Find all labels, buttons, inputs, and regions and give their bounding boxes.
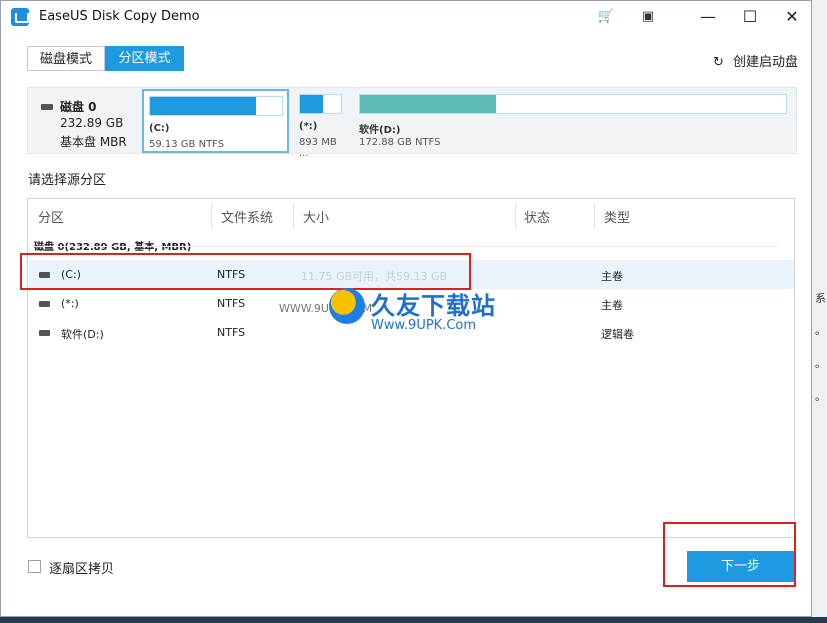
header-size[interactable]: 大小 (303, 207, 329, 226)
edge-text: 。 (815, 390, 826, 403)
partition-block-c[interactable]: (C:) 59.13 GB NTFS (142, 89, 289, 153)
partition-block-star[interactable]: (*:) 893 MB ... (293, 89, 349, 159)
disk-type: 基本盘 MBR (60, 135, 127, 149)
title-bar: EaseUS Disk Copy Demo 🛒 ▣ — ☐ ✕ (1, 1, 811, 33)
partition-label: (*:) (299, 121, 318, 132)
partition-label: 软件(D:) (359, 125, 401, 136)
partition-icon (39, 301, 50, 307)
select-source-label: 请选择源分区 (28, 173, 107, 188)
disk-icon (41, 104, 53, 110)
close-button[interactable]: ✕ (769, 1, 815, 33)
header-type[interactable]: 类型 (604, 207, 630, 226)
cart-icon[interactable]: 🛒 (596, 7, 616, 27)
menu-box-icon[interactable]: ▣ (638, 7, 658, 27)
tab-disk-mode[interactable]: 磁盘模式 (27, 46, 105, 71)
sector-copy-checkbox[interactable] (28, 560, 41, 573)
app-logo-icon (11, 8, 29, 26)
tab-partition-mode[interactable]: 分区模式 (105, 46, 184, 71)
row-name: (C:) (61, 268, 81, 281)
window-title: EaseUS Disk Copy Demo (39, 9, 200, 24)
row-fs: NTFS (217, 268, 246, 281)
partition-icon (39, 272, 50, 278)
disk-name: 磁盘 0 (60, 100, 97, 114)
table-row[interactable]: 软件(D:) NTFS 逻辑卷 (29, 318, 794, 347)
edge-text: 系 (815, 292, 826, 305)
partition-icon (39, 330, 50, 336)
row-name: (*:) (61, 297, 79, 310)
partition-detail: 893 MB ... (299, 137, 337, 159)
edge-text: 。 (815, 357, 826, 370)
partition-label: (C:) (149, 123, 170, 134)
minimize-button[interactable]: — (685, 1, 731, 33)
row-fs: NTFS (217, 297, 246, 310)
create-boot-disk-button[interactable]: ↻ 创建启动盘 (713, 51, 798, 70)
row-fs: NTFS (217, 326, 246, 339)
row-size: 11.75 GB可用，共59.13 GB (301, 270, 448, 283)
next-button[interactable]: 下一步 (687, 551, 794, 582)
maximize-button[interactable]: ☐ (727, 1, 773, 33)
create-boot-label: 创建启动盘 (733, 55, 799, 70)
header-filesystem[interactable]: 文件系统 (221, 207, 273, 226)
partition-detail: 172.88 GB NTFS (359, 137, 441, 148)
refresh-icon: ↻ (713, 55, 724, 70)
disk-size: 232.89 GB (60, 116, 124, 130)
sector-copy-label[interactable]: 逐扇区拷贝 (49, 558, 114, 577)
disk-map-panel: 磁盘 0 232.89 GB 基本盘 MBR (C:) 59.13 GB NTF… (27, 87, 797, 159)
row-type: 主卷 (601, 299, 623, 312)
partition-detail: 59.13 GB NTFS (149, 139, 225, 150)
main-window: EaseUS Disk Copy Demo 🛒 ▣ — ☐ ✕ 磁盘模式 分区模… (0, 0, 812, 617)
header-partition[interactable]: 分区 (38, 207, 64, 226)
row-type: 主卷 (601, 270, 623, 283)
table-row[interactable]: (C:) NTFS 11.75 GB可用，共59.13 GB 主卷 (29, 260, 794, 289)
row-name: 软件(D:) (61, 328, 104, 341)
background-window-edge (812, 0, 827, 617)
edge-text: 。 (815, 324, 826, 337)
partition-table: 分区 文件系统 大小 状态 类型 磁盘 0(232.89 GB, 基本, MBR… (27, 198, 795, 538)
row-type: 逻辑卷 (601, 328, 634, 341)
partition-block-d[interactable]: 软件(D:) 172.88 GB NTFS (353, 89, 793, 153)
taskbar-strip (0, 617, 827, 623)
header-status[interactable]: 状态 (524, 207, 550, 226)
table-row[interactable]: (*:) NTFS 主卷 (29, 289, 794, 318)
